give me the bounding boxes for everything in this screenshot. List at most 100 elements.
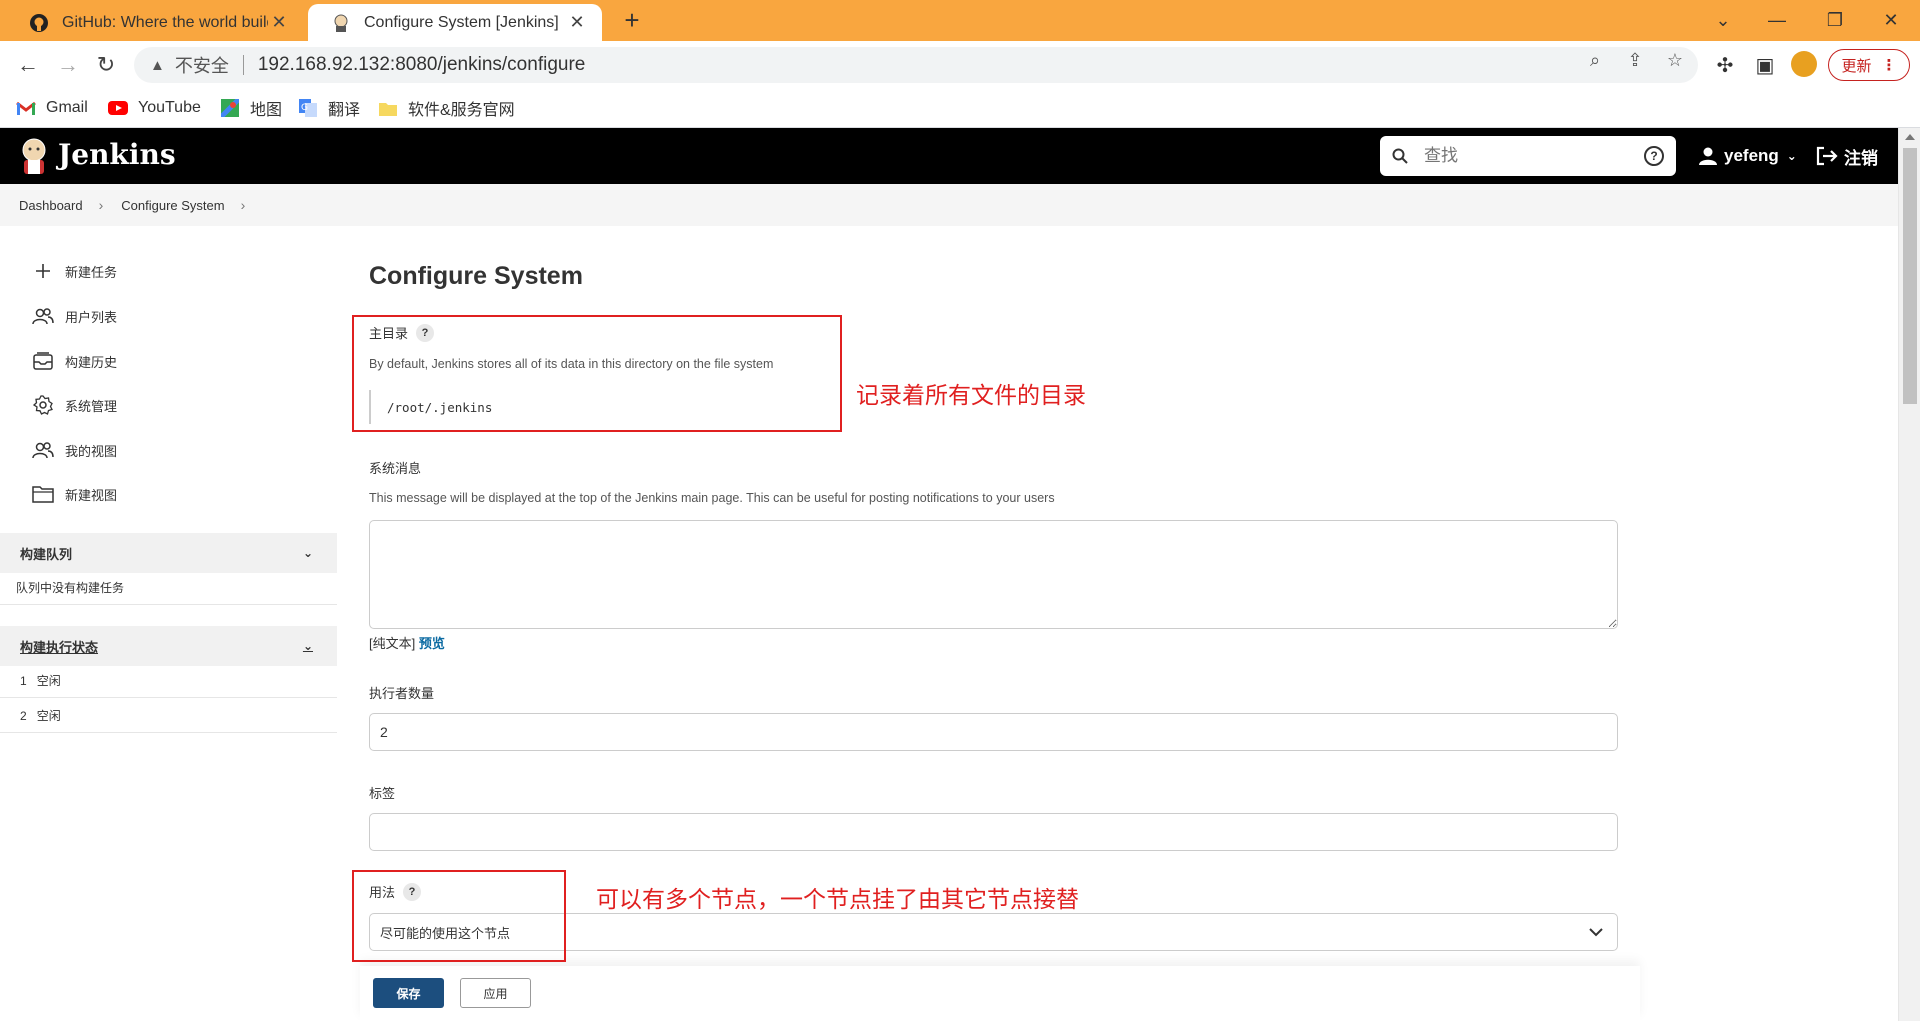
zoom-icon[interactable]: ⌕ [1584,49,1606,71]
scroll-thumb[interactable] [1903,148,1917,404]
bookmark-label: YouTube [138,99,201,116]
vertical-scrollbar[interactable] [1898,128,1920,1021]
bookmark-maps[interactable]: 地图 [220,96,282,120]
executor-row: 1 空闲 [0,664,337,698]
reload-icon[interactable]: ↻ [90,49,122,81]
chevron-down-icon: ⌄ [1786,149,1797,163]
restore-icon[interactable]: ❐ [1810,4,1860,36]
sidebar-item-new-view[interactable]: 新建视图 [32,483,117,505]
field-label: 标签 [369,786,396,801]
breadcrumb: Dashboard › Configure System › [0,184,1898,226]
chevron-right-icon[interactable]: › [241,197,246,213]
help-icon[interactable]: ? [1644,146,1664,166]
minimize-icon[interactable]: — [1752,4,1802,36]
page-title: Configure System [369,262,583,290]
close-icon[interactable]: ✕ [268,12,290,34]
tab-title: Configure System [Jenkins] [364,13,559,31]
apply-button[interactable]: 应用 [460,978,531,1008]
translate-icon: G [298,99,318,117]
labels-label: 标签 [369,783,395,802]
build-queue-header[interactable]: 构建队列 ⌄ [0,533,337,573]
jenkins-brand[interactable]: Jenkins [58,138,176,171]
sidebar-item-my-views[interactable]: 我的视图 [32,439,117,461]
update-button[interactable]: 更新 ⋮ [1828,49,1910,81]
gmail-icon [16,100,36,116]
profile-avatar[interactable] [1791,51,1817,77]
panel-title[interactable]: 构建执行状态 [20,637,98,656]
close-icon[interactable]: ✕ [566,12,588,34]
back-icon[interactable]: ← [12,49,44,81]
tab-search-icon[interactable]: ⌄ [1698,4,1748,36]
svg-text:G: G [301,103,308,113]
maps-icon [220,99,240,117]
executors-input[interactable] [369,713,1618,751]
build-queue-empty: 队列中没有构建任务 [0,571,337,605]
form-bottom-bar [360,966,1640,1021]
sidebar-item-label: 构建历史 [65,354,118,370]
breadcrumb-configure-system[interactable]: Configure System [121,198,224,213]
tab-jenkins[interactable]: Configure System [Jenkins] ✕ [308,4,602,41]
scroll-up-icon[interactable] [1905,134,1915,140]
youtube-icon [108,100,128,116]
search-input[interactable] [1424,146,1634,166]
executor-status: 空闲 [36,674,61,688]
bookmarks-bar: Gmail YouTube 地图 G 翻译 软件&服务官网 [0,88,1920,128]
sidebar-item-label: 用户列表 [65,309,118,325]
plus-icon [32,260,54,282]
bookmark-label: 翻译 [328,102,361,119]
bookmark-label: 软件&服务官网 [408,102,515,119]
sidebar-item-label: 我的视图 [65,443,118,459]
bookmark-folder[interactable]: 软件&服务官网 [378,96,515,120]
window-close-icon[interactable]: ✕ [1866,4,1916,36]
jenkins-header: Jenkins ? yefeng ⌄ 注销 [0,128,1898,184]
logout-label: 注销 [1844,148,1878,168]
annotation-box-home [352,315,842,432]
sidebar-item-manage[interactable]: 系统管理 [32,394,117,416]
bookmark-youtube[interactable]: YouTube [108,96,201,120]
field-label: 系统消息 [369,461,422,476]
new-tab-button[interactable]: + [618,7,646,35]
side-panel-icon[interactable]: ▣ [1750,50,1780,80]
executor-status: 空闲 [36,709,61,723]
breadcrumb-dashboard[interactable]: Dashboard [19,198,83,213]
queue-empty-text: 队列中没有构建任务 [16,581,125,595]
share-icon[interactable]: ⇪ [1624,49,1646,71]
system-message-textarea[interactable] [369,520,1618,629]
tab-title: GitHub: Where the world build [62,13,268,31]
forward-icon[interactable]: → [52,49,84,81]
url-text[interactable]: 192.168.92.132:8080/jenkins/configure [258,54,585,76]
sidebar-item-users[interactable]: 用户列表 [32,305,117,327]
save-button[interactable]: 保存 [373,978,444,1008]
labels-input[interactable] [369,813,1618,851]
bookmark-label: Gmail [46,99,88,116]
extensions-icon[interactable]: ✣ [1710,50,1740,80]
user-menu[interactable]: yefeng ⌄ [1698,145,1797,167]
bookmark-gmail[interactable]: Gmail [16,96,88,120]
executors-label: 执行者数量 [369,683,434,702]
plain-text-label: [纯文本] [369,636,416,651]
sidebar-item-build-history[interactable]: 构建历史 [32,350,117,372]
annotation-box-usage [352,870,566,962]
preview-link[interactable]: 预览 [419,636,445,651]
users-icon [32,439,54,461]
star-icon[interactable]: ☆ [1664,49,1686,71]
chevron-down-icon[interactable]: ⌄ [303,546,313,560]
executor-status-header[interactable]: 构建执行状态 ⌄ [0,626,337,666]
chevron-down-icon[interactable]: ⌄ [303,639,313,653]
logout-link[interactable]: 注销 [1816,145,1878,168]
jenkins-search[interactable]: ? [1380,136,1676,176]
bookmark-translate[interactable]: G 翻译 [298,96,360,120]
warning-icon: ▲ [150,56,165,74]
chevron-down-icon [1589,927,1603,937]
more-icon: ⋮ [1881,57,1897,74]
user-name: yefeng [1724,146,1779,165]
tab-github[interactable]: GitHub: Where the world build ✕ [6,4,304,41]
address-bar[interactable]: ▲ 不安全 192.168.92.132:8080/jenkins/config… [134,47,1698,83]
jenkins-logo[interactable] [18,136,50,176]
folder-icon [378,100,398,116]
bookmark-label: 地图 [250,102,283,119]
sidebar-item-new-job[interactable]: 新建任务 [32,260,117,282]
gear-icon [32,394,54,416]
users-icon [32,305,54,327]
sidebar-item-label: 系统管理 [65,398,118,414]
